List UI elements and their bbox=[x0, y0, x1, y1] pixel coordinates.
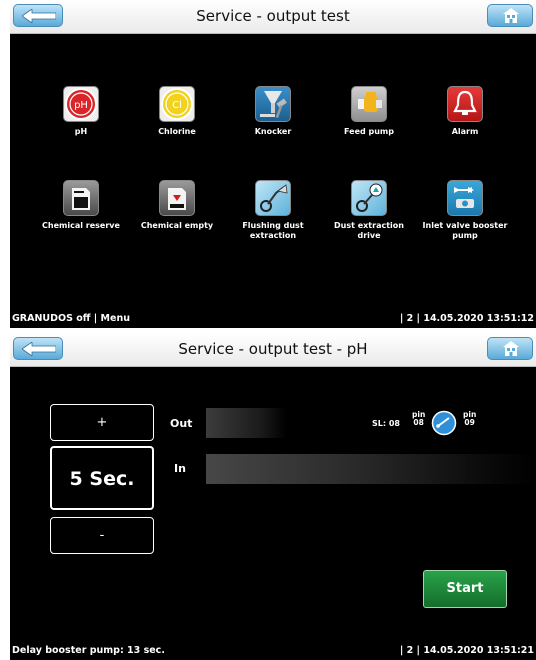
home-icon bbox=[503, 341, 519, 356]
tile-alarm[interactable]: Alarm bbox=[420, 86, 510, 137]
title-bar: Service - output test - pH bbox=[10, 333, 536, 367]
feed-pump-icon bbox=[351, 86, 387, 122]
tile-label: Inlet valve booster pump bbox=[422, 221, 508, 240]
output-test-menu-screen: Service - output test pH pH Cl Chlorine … bbox=[10, 0, 536, 328]
decrease-button[interactable]: - bbox=[50, 517, 154, 554]
tile-label: Dust extraction drive bbox=[334, 221, 404, 240]
status-bar: Delay booster pump: 13 sec. | 2 | 14.05.… bbox=[10, 644, 536, 660]
tile-label: Chlorine bbox=[158, 127, 196, 136]
tile-label: Chemical empty bbox=[140, 221, 214, 230]
tile-ph[interactable]: pH pH bbox=[36, 86, 126, 137]
status-left: Delay booster pump: 13 sec. bbox=[12, 645, 165, 656]
tile-label: Chemical reserve bbox=[42, 221, 120, 230]
output-test-ph-screen: Service - output test - pH + 5 Sec. - Ou… bbox=[10, 333, 536, 660]
flushing-dust-extraction-icon bbox=[255, 180, 291, 216]
alarm-icon bbox=[447, 86, 483, 122]
status-right: | 2 | 14.05.2020 13:51:12 bbox=[399, 313, 534, 324]
tile-dust-extraction-drive[interactable]: Dust extraction drive bbox=[324, 180, 414, 241]
home-button[interactable] bbox=[487, 337, 533, 360]
start-button[interactable]: Start bbox=[423, 570, 507, 608]
dust-extraction-drive-icon bbox=[351, 180, 387, 216]
increase-button[interactable]: + bbox=[50, 404, 154, 441]
tile-chlorine[interactable]: Cl Chlorine bbox=[132, 86, 222, 137]
tile-label: Feed pump bbox=[344, 127, 394, 136]
out-label: Out bbox=[170, 417, 193, 430]
svg-text:pH: pH bbox=[74, 100, 88, 111]
title-bar: Service - output test bbox=[10, 0, 536, 34]
svg-text:Cl: Cl bbox=[172, 100, 182, 111]
relay-switch-icon bbox=[431, 410, 457, 436]
page-title: Service - output test - pH bbox=[178, 340, 368, 358]
page-title: Service - output test bbox=[196, 7, 350, 25]
chlorine-icon: Cl bbox=[159, 86, 195, 122]
duration-display: 5 Sec. bbox=[50, 446, 154, 510]
pin-left-label: pin 08 bbox=[412, 410, 426, 427]
out-indicator-bar bbox=[206, 408, 286, 438]
status-bar: GRANUDOS off | Menu | 2 | 14.05.2020 13:… bbox=[10, 312, 536, 328]
tile-feed-pump[interactable]: Feed pump bbox=[324, 86, 414, 137]
home-icon bbox=[503, 8, 519, 23]
tile-label: Knocker bbox=[254, 127, 292, 136]
tile-flushing-dust-extraction[interactable]: Flushing dust extraction bbox=[228, 180, 318, 241]
chemical-reserve-icon bbox=[63, 180, 99, 216]
status-left: GRANUDOS off | Menu bbox=[12, 313, 130, 324]
tile-knocker[interactable]: Knocker bbox=[228, 86, 318, 137]
inlet-valve-booster-pump-icon bbox=[447, 180, 483, 216]
tile-inlet-valve-booster-pump[interactable]: Inlet valve booster pump bbox=[420, 180, 510, 241]
tile-chemical-empty[interactable]: Chemical empty bbox=[132, 180, 222, 231]
pin-right-label: pin 09 bbox=[463, 410, 477, 427]
in-indicator-bar bbox=[206, 454, 536, 484]
status-right: | 2 | 14.05.2020 13:51:21 bbox=[399, 645, 534, 656]
knocker-icon bbox=[255, 86, 291, 122]
tile-label: Flushing dust extraction bbox=[242, 221, 304, 240]
tile-label: pH bbox=[74, 127, 88, 136]
tile-label: Alarm bbox=[451, 127, 479, 136]
sl-label: SL: 08 bbox=[372, 419, 400, 428]
ph-icon: pH bbox=[63, 86, 99, 122]
tile-chemical-reserve[interactable]: Chemical reserve bbox=[36, 180, 126, 231]
chemical-empty-icon bbox=[159, 180, 195, 216]
in-label: In bbox=[174, 462, 186, 475]
home-button[interactable] bbox=[487, 4, 533, 27]
